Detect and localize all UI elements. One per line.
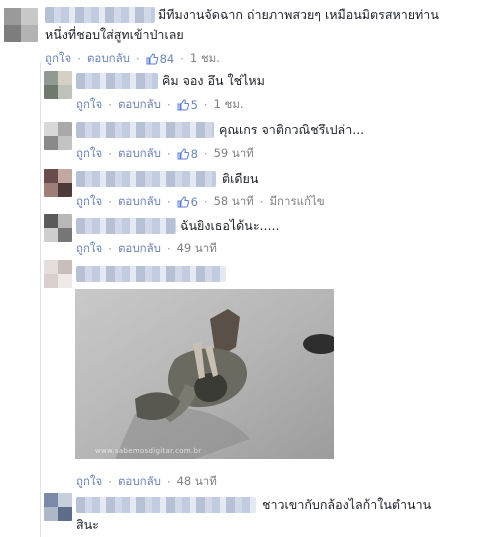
timestamp[interactable]: 58 นาที <box>214 193 254 211</box>
commenter-name-blurred[interactable] <box>76 122 214 138</box>
reply-link[interactable]: ตอบกลับ <box>87 50 130 68</box>
comment-text-line-2: สินะ <box>76 517 99 532</box>
separator-dot: · <box>77 52 81 66</box>
separator-dot: · <box>166 475 171 489</box>
photo-image <box>75 289 334 459</box>
commenter-name-blurred[interactable] <box>76 266 226 282</box>
separator-dot: · <box>180 52 184 66</box>
avatar[interactable] <box>44 214 72 242</box>
separator-dot: · <box>203 195 208 209</box>
like-count[interactable]: 8 <box>191 147 198 161</box>
thumbs-up-icon[interactable] <box>177 148 189 160</box>
comment-text: คุณเกร จาติกวณิชรึเปล่า... <box>219 122 365 137</box>
avatar[interactable] <box>44 122 72 150</box>
separator-dot: · <box>259 195 264 209</box>
avatar[interactable] <box>4 8 38 42</box>
separator-dot: · <box>108 475 112 489</box>
commenter-name-blurred[interactable] <box>76 171 216 187</box>
separator-dot: · <box>108 147 112 161</box>
comment-actions: ถูกใจ · ตอบกลับ · 6 · 58 นาที · มีการแก้… <box>76 193 325 211</box>
reply-link[interactable]: ตอบกลับ <box>118 240 161 258</box>
like-link[interactable]: ถูกใจ <box>76 193 102 211</box>
comment-text: ติเดียน <box>222 171 259 186</box>
commenter-name-blurred[interactable] <box>45 7 155 23</box>
thumbs-up-icon[interactable] <box>177 99 189 111</box>
separator-dot: · <box>108 242 112 256</box>
comment-text: คิม จอง อึน ใช่ไหม <box>162 73 265 88</box>
separator-dot: · <box>108 98 112 112</box>
comment-text: ฉันยิงเธอได้นะ..... <box>180 218 280 233</box>
comment-actions: ถูกใจ · ตอบกลับ · 49 นาที <box>76 240 217 258</box>
timestamp[interactable]: 1 ชม. <box>214 96 244 114</box>
separator-dot: · <box>166 195 171 209</box>
avatar[interactable] <box>44 169 72 197</box>
comment-photo[interactable]: www.sabemosdigitar.com.br <box>75 289 334 459</box>
comment-actions: ถูกใจ · ตอบกลับ · 48 นาที <box>76 473 217 491</box>
separator-dot: · <box>203 98 208 112</box>
avatar[interactable] <box>44 71 72 99</box>
commenter-name-blurred[interactable] <box>76 497 256 513</box>
comment-text: ชาวเขากับกล้องไลก้าในตำนาน <box>262 497 432 512</box>
like-count[interactable]: 5 <box>191 98 198 112</box>
timestamp[interactable]: 48 นาที <box>177 473 217 491</box>
reply-thread-line <box>40 62 41 537</box>
separator-dot: · <box>166 242 171 256</box>
comment-text-line-2: หนึ่งที่ชอบใส่สูทเข้าป่าเลย <box>45 27 184 42</box>
edited-label[interactable]: มีการแก้ไข <box>269 193 324 211</box>
separator-dot: · <box>135 52 140 66</box>
commenter-name-blurred[interactable] <box>76 73 158 89</box>
like-link[interactable]: ถูกใจ <box>76 145 102 163</box>
like-link[interactable]: ถูกใจ <box>76 473 102 491</box>
reply-link[interactable]: ตอบกลับ <box>118 145 161 163</box>
like-link[interactable]: ถูกใจ <box>45 50 71 68</box>
timestamp[interactable]: 1 ชม. <box>190 50 220 68</box>
avatar[interactable] <box>44 260 72 288</box>
photo-watermark: www.sabemosdigitar.com.br <box>95 447 202 455</box>
like-link[interactable]: ถูกใจ <box>76 96 102 114</box>
separator-dot: · <box>166 147 171 161</box>
separator-dot: · <box>203 147 208 161</box>
separator-dot: · <box>166 98 171 112</box>
separator-dot: · <box>108 195 112 209</box>
timestamp[interactable]: 49 นาที <box>177 240 217 258</box>
timestamp[interactable]: 59 นาที <box>214 145 254 163</box>
commenter-name-blurred[interactable] <box>76 218 176 234</box>
comment-actions: ถูกใจ · ตอบกลับ · 84 · 1 ชม. <box>45 50 220 68</box>
thumbs-up-icon[interactable] <box>146 53 158 65</box>
reply-link[interactable]: ตอบกลับ <box>118 96 161 114</box>
reply-link[interactable]: ตอบกลับ <box>118 473 161 491</box>
like-count[interactable]: 84 <box>160 52 175 66</box>
comment-actions: ถูกใจ · ตอบกลับ · 8 · 59 นาที <box>76 145 254 163</box>
reply-link[interactable]: ตอบกลับ <box>118 193 161 211</box>
like-link[interactable]: ถูกใจ <box>76 240 102 258</box>
avatar[interactable] <box>44 493 72 521</box>
comment-text: มีทีมงานจัดฉาก ถ่ายภาพสวยๆ เหมือนมิตรสหา… <box>158 7 439 22</box>
like-count[interactable]: 6 <box>191 195 198 209</box>
thumbs-up-icon[interactable] <box>177 196 189 208</box>
comment-actions: ถูกใจ · ตอบกลับ · 5 · 1 ชม. <box>76 96 244 114</box>
